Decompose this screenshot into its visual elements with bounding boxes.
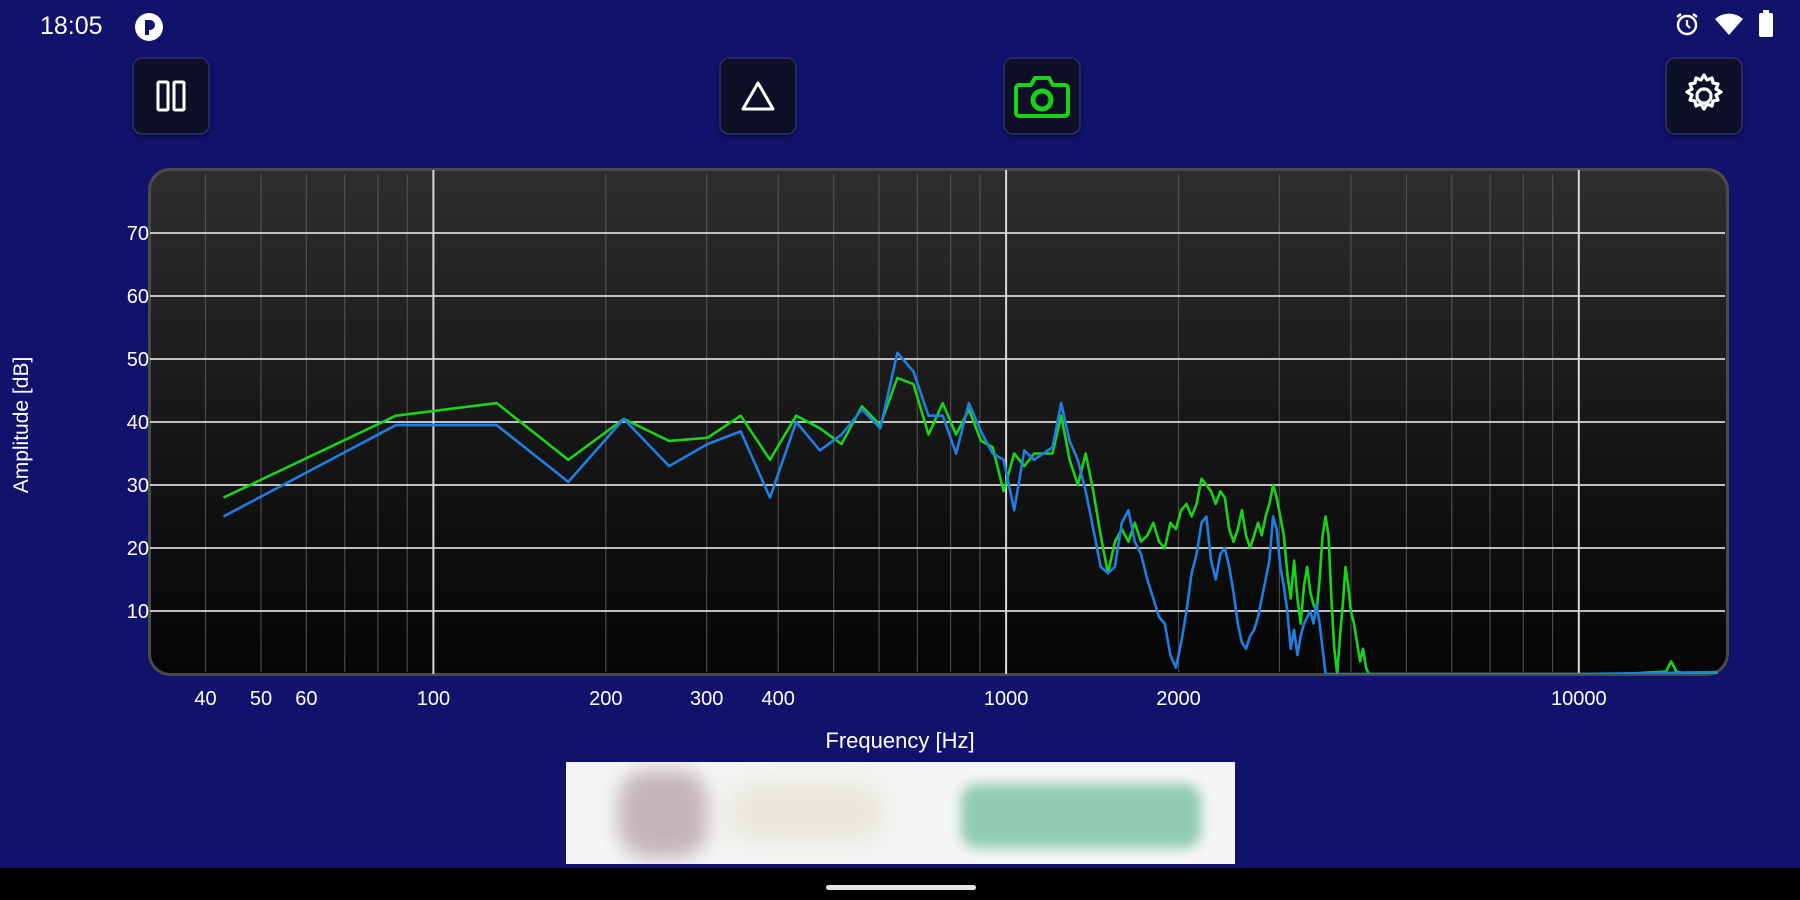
ad-text-blur (726, 782, 886, 842)
x-tick-label: 60 (295, 688, 317, 710)
series-line-2 (222, 351, 1719, 674)
y-tick-label: 40 (127, 412, 149, 434)
spectrum-chart: 10 20 30 40 50 60 70 40 50 60 100 200 300 400 1000 2000… (127, 170, 1725, 710)
y-tick-label: 20 (127, 538, 149, 560)
y-tick-label: 30 (127, 475, 149, 497)
x-tick-label: 100 (417, 688, 450, 710)
y-tick-label: 60 (127, 286, 149, 308)
y-tick-label: 10 (127, 601, 149, 623)
x-tick-label: 10000 (1551, 688, 1607, 710)
x-tick-label: 50 (250, 688, 272, 710)
navigation-bar (0, 868, 1800, 900)
x-tick-label: 200 (589, 688, 622, 710)
x-tick-label: 2000 (1156, 688, 1201, 710)
x-tick-label: 300 (690, 688, 723, 710)
ad-banner[interactable] (566, 762, 1235, 864)
gesture-handle[interactable] (826, 885, 976, 890)
y-tick-label: 70 (127, 223, 149, 245)
y-axis-label: Amplitude [dB] (10, 356, 33, 494)
y-tick-label: 50 (127, 349, 149, 371)
x-tick-label: 1000 (984, 688, 1029, 710)
x-axis-label: Frequency [Hz] (825, 728, 975, 753)
x-tick-label: 40 (194, 688, 216, 710)
x-tick-label: 400 (762, 688, 795, 710)
ad-cta-button[interactable] (961, 784, 1201, 848)
ad-image (618, 770, 708, 858)
